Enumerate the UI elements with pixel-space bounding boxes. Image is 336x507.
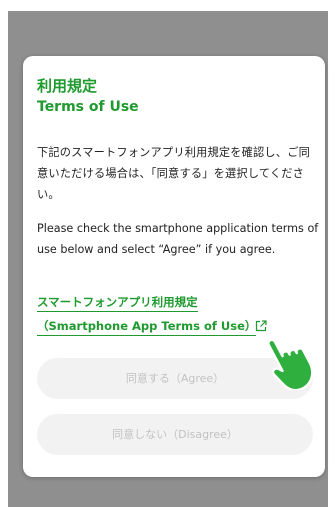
instruction-text-en: Please check the smartphone application … — [37, 222, 319, 256]
terms-dialog: 利用規定 Terms of Use 下記のスマートフォンアプリ利用規定を確認し、… — [23, 56, 325, 477]
instruction-text-ja: 下記のスマートフォンアプリ利用規定を確認し、ご同意いただける場合は、「同意する」… — [37, 146, 310, 201]
external-link-icon[interactable] — [255, 320, 267, 332]
terms-link-en[interactable]: （Smartphone App Terms of Use） — [37, 317, 257, 336]
pointing-hand-icon — [268, 338, 314, 390]
dialog-title-ja: 利用規定 — [37, 77, 98, 95]
disagree-button[interactable]: 同意しない（Disagree） — [37, 414, 313, 455]
terms-link-ja[interactable]: スマートフォンアプリ利用規定 — [37, 293, 198, 312]
dialog-title-en: Terms of Use — [37, 99, 139, 115]
